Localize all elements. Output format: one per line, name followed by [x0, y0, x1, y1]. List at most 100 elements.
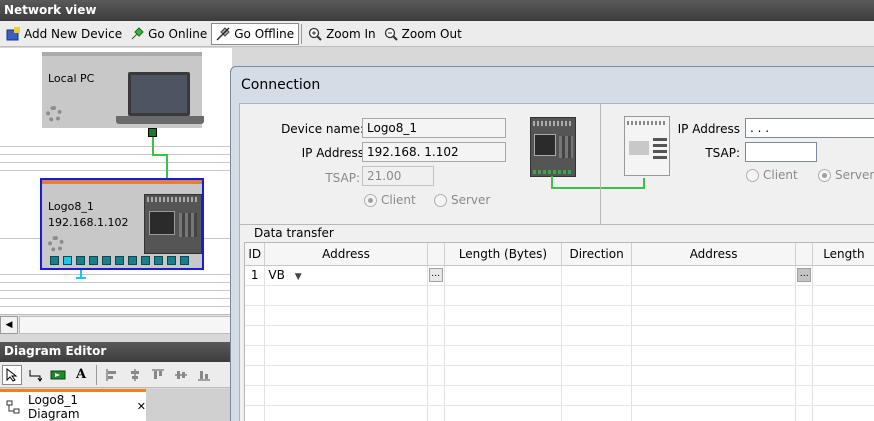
align-bottom-icon[interactable]	[194, 365, 214, 385]
row-address-cell[interactable]: VB ▼	[264, 265, 428, 286]
ellipsis-button[interactable]: …	[797, 268, 812, 283]
local-logo-device-icon	[530, 117, 576, 177]
grid-line	[0, 298, 232, 299]
network-canvas[interactable]: Local PC Logo8_1 192.168.1.102	[0, 48, 232, 314]
align-left-icon[interactable]	[102, 365, 122, 385]
grid-line	[0, 274, 232, 275]
go-online-button[interactable]: Go Online	[126, 23, 211, 45]
close-icon[interactable]: ✕	[137, 400, 146, 413]
go-offline-button[interactable]: Go Offline	[211, 22, 300, 45]
table-row	[245, 285, 874, 306]
dropdown-arrow-icon[interactable]: ▼	[295, 272, 302, 282]
row-remote-address-cell[interactable]	[631, 265, 797, 286]
io-port[interactable]	[115, 256, 124, 265]
io-port[interactable]	[89, 256, 98, 265]
block-tool[interactable]	[48, 365, 68, 385]
local-ip-field[interactable]: 192.168. 1.102	[362, 142, 506, 162]
io-port[interactable]	[167, 256, 176, 265]
io-port[interactable]	[102, 256, 111, 265]
io-port[interactable]	[154, 256, 163, 265]
zoom-out-icon	[384, 27, 398, 41]
tab-logo8-1-diagram[interactable]: Logo8_1 Diagram ✕	[0, 389, 146, 421]
remote-server-radio[interactable]: Server	[818, 168, 874, 182]
grid-line	[0, 306, 232, 307]
connect-tool[interactable]	[25, 365, 45, 385]
add-new-device-button[interactable]: Add New Device	[2, 23, 126, 45]
plug-offline-icon	[216, 26, 230, 41]
column-header-remote-length[interactable]: Length	[812, 243, 874, 266]
column-header-address[interactable]: Address	[264, 243, 428, 266]
logo-device-node[interactable]: Logo8_1 192.168.1.102	[40, 178, 204, 270]
select-pointer-tool[interactable]	[2, 364, 22, 385]
device-name-label: Device name:	[281, 122, 364, 136]
row-direction-cell[interactable]	[561, 265, 632, 286]
text-tool-icon[interactable]: A	[71, 365, 91, 385]
pc-ethernet-port[interactable]	[148, 128, 157, 137]
add-new-device-label: Add New Device	[24, 26, 123, 41]
grid-line	[0, 282, 232, 283]
zoom-out-button[interactable]: Zoom Out	[380, 23, 466, 45]
column-header-id[interactable]: ID	[245, 243, 266, 266]
remote-ip-label: IP Address	[677, 122, 740, 136]
io-port[interactable]	[76, 256, 85, 265]
gear-icon[interactable]	[46, 106, 62, 122]
local-tsap-field[interactable]: 21.00	[362, 166, 434, 186]
column-header-remote-address-picker	[795, 243, 814, 266]
remote-client-label: Client	[763, 168, 798, 182]
network-view-title: Network view	[0, 0, 874, 21]
ellipsis-button[interactable]: …	[428, 268, 443, 283]
selected-port-connector-foot	[76, 277, 86, 279]
column-header-length-bytes[interactable]: Length (Bytes)	[444, 243, 563, 266]
remote-ip-field[interactable]: . . .	[745, 118, 874, 138]
scroll-left-button[interactable]: ◀	[0, 316, 18, 334]
io-port-selected[interactable]	[63, 256, 72, 265]
io-port[interactable]	[180, 256, 189, 265]
radio-dot-icon	[818, 168, 831, 182]
zoom-in-button[interactable]: Zoom In	[304, 23, 380, 45]
go-offline-label: Go Offline	[234, 26, 295, 41]
table-row	[245, 365, 874, 386]
column-header-remote-address[interactable]: Address	[631, 243, 797, 266]
remote-tsap-label: TSAP:	[705, 146, 740, 160]
zoom-out-label: Zoom Out	[401, 26, 462, 41]
data-transfer-grid[interactable]: ID Address Length (Bytes) Direction Addr…	[244, 242, 874, 421]
data-transfer-label: Data transfer	[254, 226, 334, 240]
plug-online-icon	[130, 26, 144, 41]
row-length-cell[interactable]	[444, 265, 563, 286]
toolbar-separator	[301, 23, 303, 44]
row-remote-length-cell[interactable]	[812, 265, 874, 286]
column-header-direction[interactable]: Direction	[561, 243, 632, 266]
table-row	[245, 405, 874, 421]
table-row[interactable]: 1 VB ▼ … …	[245, 265, 874, 286]
dialog-title: Connection	[241, 77, 321, 93]
local-server-radio[interactable]: Server	[434, 193, 490, 207]
scroll-track[interactable]	[19, 316, 231, 334]
network-view-toolbar: Add New Device Go Online Go Offline Zoom…	[0, 21, 874, 47]
diagram-editor-tabbar: Logo8_1 Diagram ✕	[0, 389, 232, 421]
local-ip-label: IP Address	[301, 146, 364, 160]
remote-tsap-field[interactable]	[745, 142, 817, 162]
local-client-radio[interactable]: Client	[364, 193, 416, 207]
address-picker-cell[interactable]: …	[427, 265, 445, 286]
io-port[interactable]	[141, 256, 150, 265]
align-top-icon[interactable]	[148, 365, 168, 385]
io-port[interactable]	[50, 256, 59, 265]
grid-line	[0, 290, 232, 291]
device-name-field[interactable]: Logo8_1	[362, 118, 506, 138]
local-pc-node[interactable]: Local PC	[42, 52, 204, 128]
laptop-base	[116, 116, 204, 124]
radio-dot-icon	[364, 193, 377, 207]
table-row	[245, 325, 874, 346]
radio-dot-icon	[746, 168, 759, 182]
network-horizontal-scrollbar[interactable]: ◀	[0, 314, 232, 334]
dialog-content: Device name: Logo8_1 IP Address 192.168.…	[239, 103, 874, 421]
remote-client-radio[interactable]: Client	[746, 168, 798, 182]
table-header-row: ID Address Length (Bytes) Direction Addr…	[245, 243, 874, 266]
align-center-icon[interactable]	[125, 365, 145, 385]
align-middle-icon[interactable]	[171, 365, 191, 385]
io-port[interactable]	[128, 256, 137, 265]
gear-icon[interactable]	[48, 236, 64, 252]
remote-address-picker-cell[interactable]: …	[795, 265, 814, 286]
table-row	[245, 305, 874, 326]
go-online-label: Go Online	[148, 26, 208, 41]
